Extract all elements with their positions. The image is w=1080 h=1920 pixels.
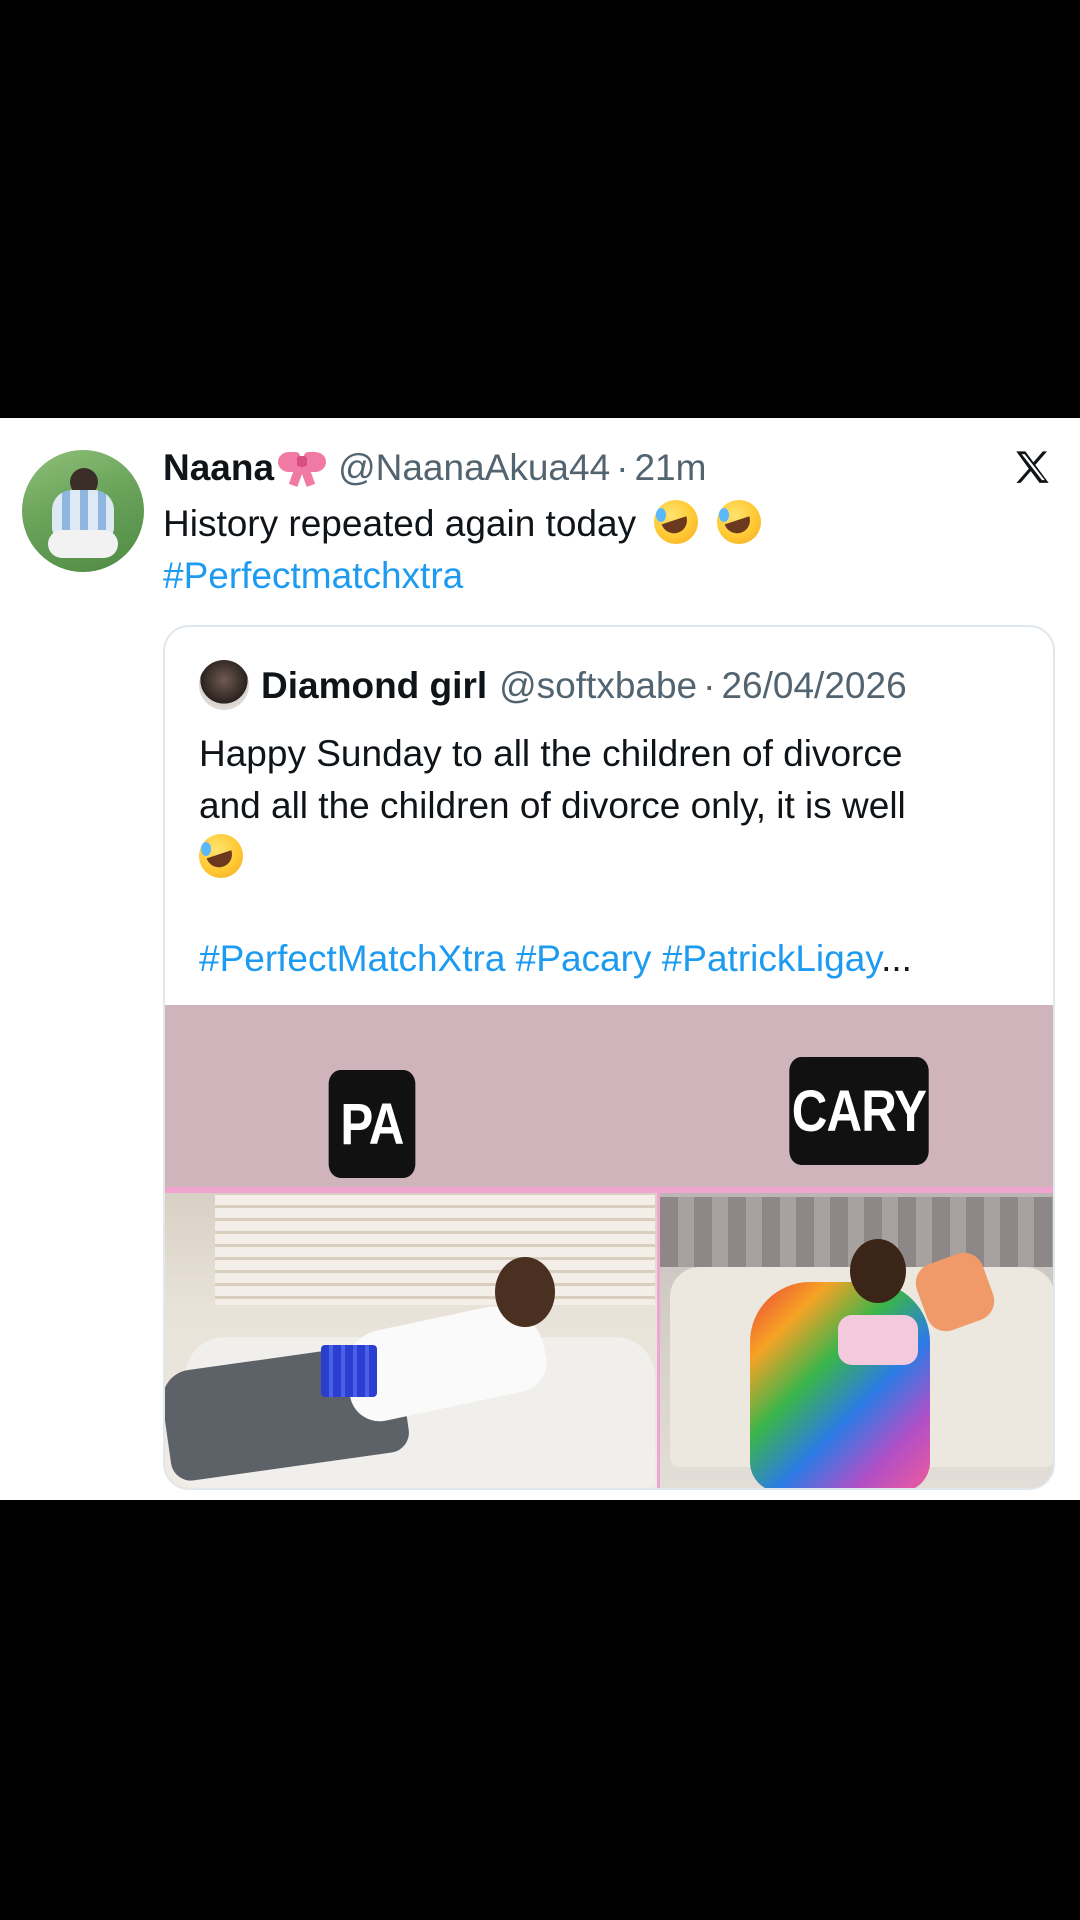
rolling-on-floor-laughing-emoji-icon	[716, 500, 761, 544]
truncation-ellipsis: ...	[881, 938, 912, 979]
rolling-on-floor-laughing-emoji-icon	[199, 834, 243, 878]
rolling-on-floor-laughing-emoji-icon	[654, 500, 699, 544]
photo-right	[660, 1187, 1053, 1488]
quoted-author-name[interactable]: Diamond girl	[261, 665, 487, 707]
tweet-text: History repeated again today	[163, 503, 637, 544]
ribbon-bow-icon	[276, 448, 328, 488]
hashtag-pacary[interactable]: #Pacary	[516, 938, 652, 979]
quoted-text-line-2: and all the children of divorce only, it…	[199, 785, 906, 826]
quoted-tweet-date[interactable]: 26/04/2026	[721, 665, 906, 707]
header-separator: ·	[616, 447, 629, 488]
tweet-header: Naana @NaanaAkua44 · 21m	[163, 445, 706, 491]
window-blinds	[215, 1195, 655, 1305]
media-pink-border	[165, 1187, 1053, 1193]
tweet-time[interactable]: 21m	[634, 447, 706, 489]
author-handle[interactable]: @NaanaAkua44	[338, 447, 610, 489]
author-avatar[interactable]	[22, 450, 144, 572]
quoted-tweet[interactable]: Diamond girl @softxbabe · 26/04/2026 Hap…	[163, 625, 1055, 1490]
game-board	[321, 1345, 377, 1397]
person-right-body	[750, 1282, 930, 1488]
photo-left	[165, 1187, 657, 1488]
quoted-hashtags: #PerfectMatchXtra #Pacary #PatrickLigay.…	[199, 933, 912, 985]
media-label-cary: CARY	[789, 1057, 929, 1165]
quoted-media-image[interactable]: PA CARY	[165, 1005, 1053, 1488]
person-right-head	[850, 1239, 906, 1303]
avatar-figure-legs	[48, 530, 118, 558]
tweet-body: History repeated again today #Perfectmat…	[163, 498, 761, 602]
x-logo-icon[interactable]	[1011, 447, 1053, 489]
person-left-head	[495, 1257, 555, 1327]
quoted-author-handle[interactable]: @softxbabe	[499, 665, 697, 707]
quoted-author-avatar[interactable]	[199, 660, 249, 710]
quoted-tweet-text: Happy Sunday to all the children of divo…	[199, 728, 1029, 884]
tweet-text-line: History repeated again today	[163, 498, 761, 550]
handbag	[838, 1315, 918, 1365]
tweet-hashtag[interactable]: #Perfectmatchxtra	[163, 550, 761, 602]
media-divider	[657, 1187, 660, 1488]
quoted-header-separator: ·	[703, 665, 716, 706]
media-label-pa: PA	[328, 1070, 416, 1178]
hashtag-patrickligay[interactable]: #PatrickLigay	[662, 938, 881, 979]
hashtag-perfectmatchxtra[interactable]: #PerfectMatchXtra	[199, 938, 505, 979]
quoted-tweet-header: Diamond girl @softxbabe · 26/04/2026	[261, 661, 907, 711]
author-name[interactable]: Naana	[163, 447, 274, 489]
quoted-text-line-1: Happy Sunday to all the children of divo…	[199, 733, 903, 774]
